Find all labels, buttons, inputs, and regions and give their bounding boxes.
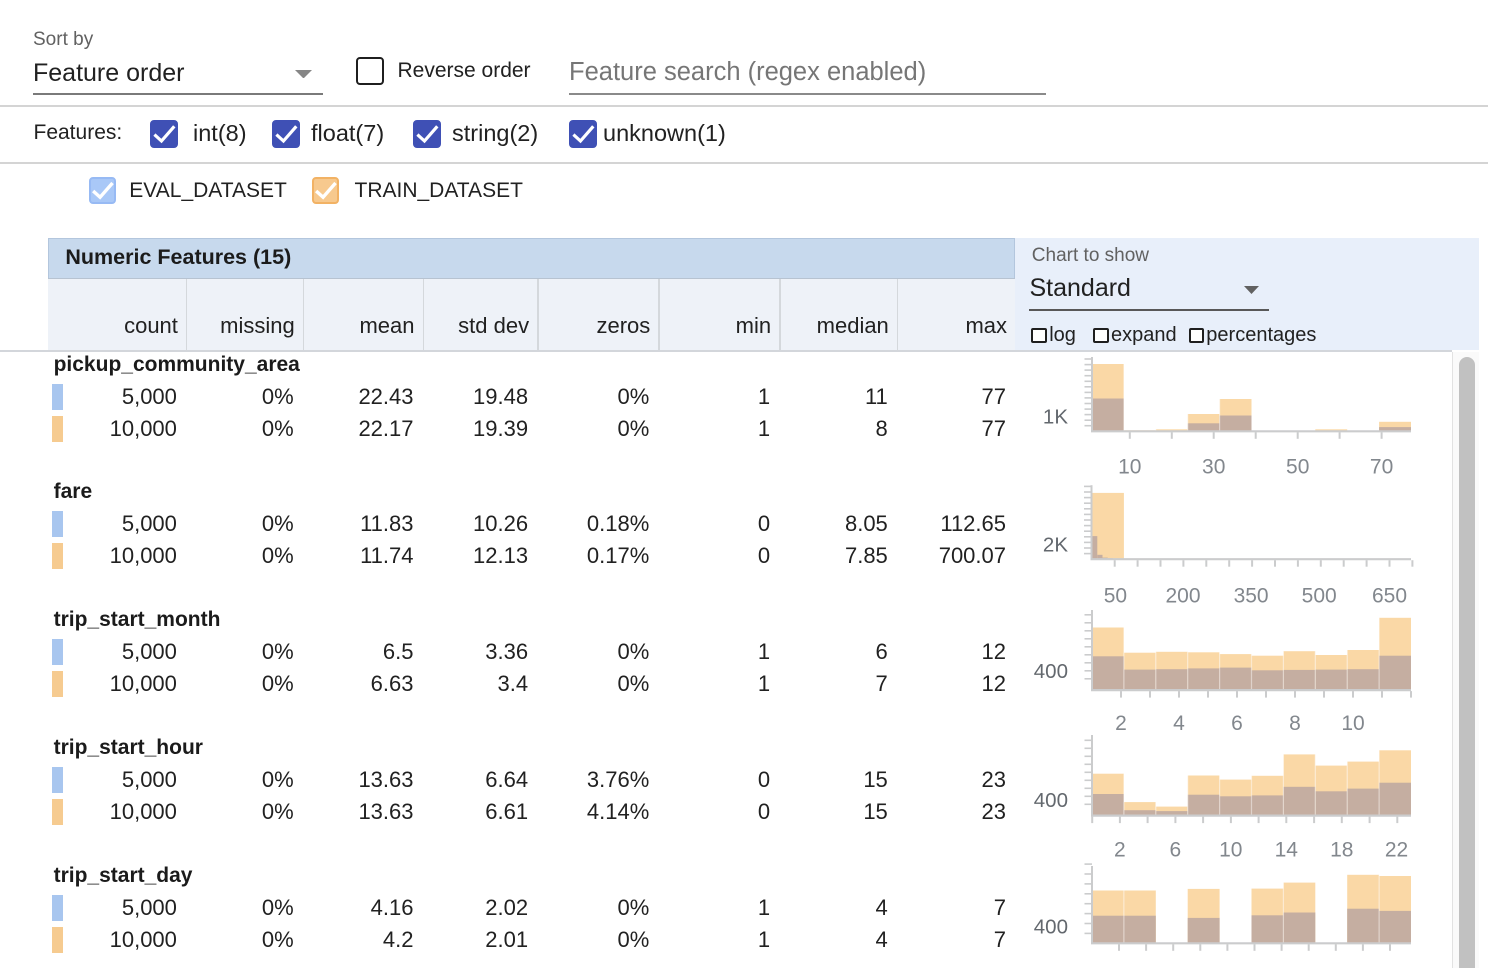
svg-text:18: 18: [1330, 839, 1353, 862]
svg-text:2K: 2K: [1043, 534, 1068, 557]
svg-text:2: 2: [1115, 712, 1127, 735]
svg-text:10: 10: [1341, 712, 1364, 735]
svg-text:2: 2: [1114, 839, 1126, 862]
svg-text:10: 10: [1219, 839, 1242, 862]
svg-text:10: 10: [1118, 456, 1141, 479]
svg-text:14: 14: [1275, 839, 1299, 862]
svg-text:70: 70: [1370, 456, 1393, 479]
svg-text:30: 30: [1202, 456, 1225, 479]
svg-text:400: 400: [1034, 789, 1068, 812]
svg-text:6: 6: [1231, 712, 1243, 735]
svg-text:6: 6: [1170, 839, 1182, 862]
svg-text:400: 400: [1034, 660, 1068, 683]
svg-text:650: 650: [1372, 585, 1407, 608]
svg-text:500: 500: [1302, 585, 1337, 608]
svg-text:200: 200: [1165, 585, 1200, 608]
svg-text:1K: 1K: [1043, 406, 1068, 429]
svg-text:50: 50: [1286, 456, 1309, 479]
svg-text:350: 350: [1234, 585, 1269, 608]
svg-text:400: 400: [1034, 916, 1068, 939]
svg-text:50: 50: [1104, 585, 1127, 608]
svg-text:8: 8: [1289, 712, 1301, 735]
svg-text:4: 4: [1173, 712, 1185, 735]
svg-text:22: 22: [1385, 839, 1408, 862]
